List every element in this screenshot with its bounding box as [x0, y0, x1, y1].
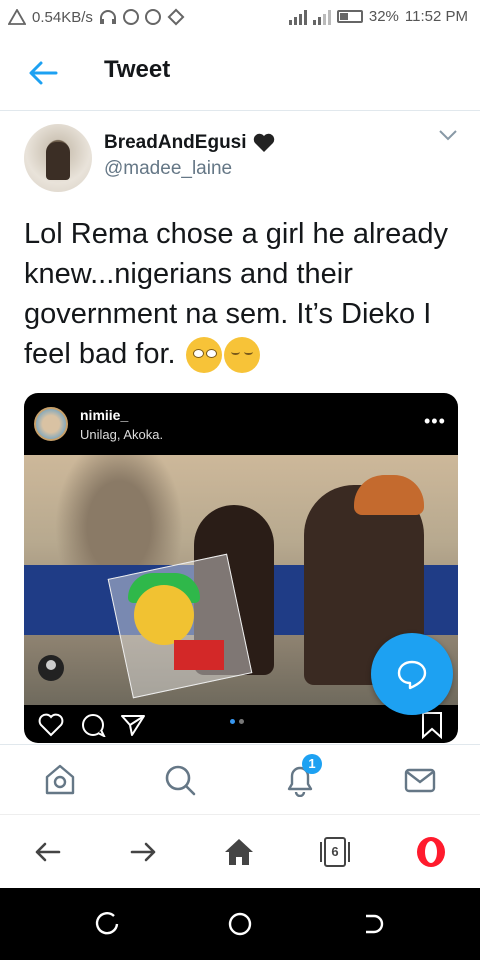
display-name-text: BreadAndEgusi	[104, 132, 247, 153]
battery-icon	[336, 10, 363, 23]
system-navigation-bar	[0, 888, 480, 960]
comment-icon[interactable]	[80, 713, 106, 737]
battery-percent: 32%	[368, 8, 399, 25]
status-right: 32% 11:52 PM	[288, 8, 468, 25]
tweet-author-handle[interactable]: @madee_laine	[104, 158, 232, 180]
status-left: 0.54KB/s	[8, 8, 185, 26]
data-saver-icon	[122, 9, 139, 25]
reply-fab-button[interactable]	[371, 633, 453, 715]
tweet-author-name[interactable]: BreadAndEgusi	[104, 132, 275, 154]
headphones-icon	[99, 10, 116, 24]
carousel-indicator	[230, 719, 244, 724]
status-bar: 0.54KB/s 32% 11:52 PM	[0, 0, 480, 36]
ig-avatar	[34, 407, 68, 441]
home-circle-icon[interactable]	[226, 910, 254, 938]
tweet-text: Lol Rema chose a girl he already knew...…	[24, 214, 464, 374]
search-tab-icon[interactable]	[163, 763, 197, 797]
ig-location: Unilag, Akoka.	[80, 427, 164, 442]
messages-tab-icon[interactable]	[403, 763, 437, 797]
ig-more-icon[interactable]: •••	[424, 411, 446, 432]
home-tab-icon[interactable]	[43, 763, 77, 797]
browser-back-icon[interactable]	[31, 835, 65, 869]
page-title: Tweet	[104, 56, 171, 83]
ig-username: nimiie_	[80, 407, 129, 423]
signal-icon	[288, 9, 307, 25]
network-speed: 0.54KB/s	[32, 8, 93, 26]
recents-icon[interactable]	[94, 910, 122, 938]
bottom-tab-bar	[0, 744, 480, 815]
rotate-icon	[167, 8, 185, 26]
app-header: Tweet	[0, 36, 480, 111]
do-not-disturb-icon	[144, 9, 161, 25]
share-icon[interactable]	[120, 713, 146, 737]
browser-home-icon[interactable]	[222, 835, 256, 869]
clock: 11:52 PM	[404, 8, 468, 25]
browser-toolbar: 6	[0, 814, 480, 889]
user-tag-icon[interactable]	[38, 655, 64, 681]
bookmark-icon[interactable]	[420, 711, 444, 739]
face-with-rolling-eyes-icon	[185, 337, 222, 374]
opera-menu-icon[interactable]	[414, 835, 448, 869]
back-arrow-icon[interactable]	[26, 58, 60, 88]
system-back-icon[interactable]	[360, 910, 388, 938]
tab-count: 6	[331, 844, 339, 859]
notifications-badge: 1	[302, 754, 322, 774]
browser-tabs-button[interactable]: 6	[318, 835, 352, 869]
avatar[interactable]	[24, 124, 92, 192]
browser-forward-icon[interactable]	[126, 835, 160, 869]
black-heart-icon	[253, 133, 275, 152]
signal-2-icon	[312, 9, 331, 25]
reply-bubble-icon	[397, 660, 427, 690]
heart-icon[interactable]	[38, 713, 64, 737]
warning-icon	[8, 9, 26, 25]
pensive-face-icon	[223, 337, 260, 374]
chevron-down-icon[interactable]	[438, 128, 458, 142]
